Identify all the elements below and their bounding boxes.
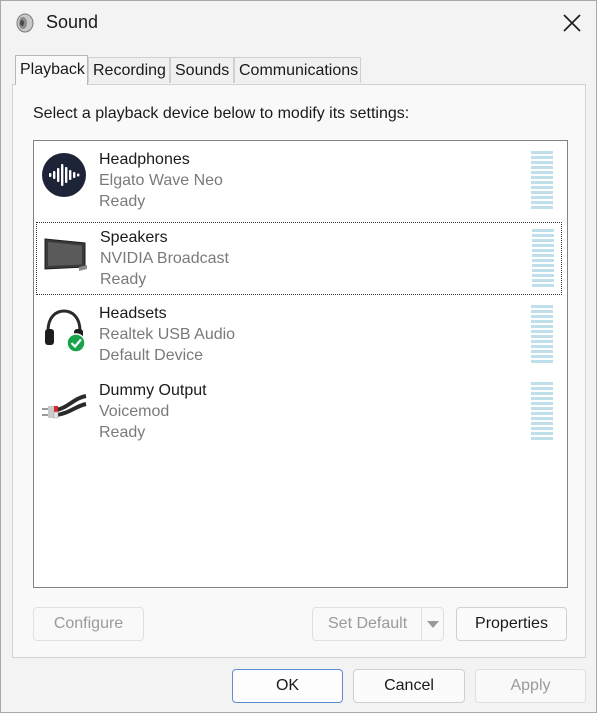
device-status: Ready (99, 193, 146, 210)
chevron-down-icon (427, 621, 439, 628)
device-description: Elgato Wave Neo (99, 172, 223, 189)
sound-dialog: Sound Playback Recording Sounds Communic… (0, 0, 597, 713)
properties-button[interactable]: Properties (456, 607, 567, 641)
device-description: Realtek USB Audio (99, 326, 236, 343)
rca-cable-icon (42, 394, 87, 419)
window-title: Sound (46, 12, 99, 32)
volume-meter (531, 382, 553, 442)
volume-meter (531, 151, 553, 211)
device-status: Default Device (99, 347, 204, 364)
device-description: Voicemod (99, 403, 170, 420)
tab-recording[interactable]: Recording (88, 57, 170, 83)
elgato-wave-icon (42, 153, 86, 197)
ok-button[interactable]: OK (232, 669, 343, 703)
device-status: Ready (99, 424, 146, 441)
instruction-text: Select a playback device below to modify… (33, 105, 410, 122)
set-default-label: Set Default (328, 615, 408, 632)
device-description: NVIDIA Broadcast (100, 250, 229, 267)
monitor-speaker-icon (44, 238, 87, 271)
device-item-dummy-output[interactable]: Dummy Output Voicemod Ready (36, 376, 562, 449)
device-item-speakers[interactable]: Speakers NVIDIA Broadcast Ready (36, 222, 562, 295)
volume-meter (531, 305, 553, 365)
tab-playback[interactable]: Playback (15, 55, 88, 85)
device-item-headsets[interactable]: Headsets Realtek USB Audio Default Devic… (36, 299, 562, 372)
configure-button[interactable]: Configure (33, 607, 144, 641)
device-name: Speakers (100, 229, 168, 246)
cancel-button[interactable]: Cancel (353, 669, 465, 703)
apply-button[interactable]: Apply (475, 669, 586, 703)
close-button[interactable] (549, 1, 595, 45)
speaker-app-icon (16, 13, 34, 33)
close-icon (563, 14, 581, 32)
device-status: Ready (100, 271, 147, 288)
playback-panel: Select a playback device below to modify… (12, 84, 586, 658)
headset-default-icon (45, 309, 86, 353)
set-default-split-button[interactable]: Set Default (312, 607, 444, 641)
device-name: Dummy Output (99, 382, 207, 399)
tab-communications[interactable]: Communications (234, 57, 361, 83)
device-name: Headsets (99, 305, 167, 322)
tab-sounds[interactable]: Sounds (170, 57, 234, 83)
title-bar[interactable]: Sound (1, 1, 596, 45)
device-item-headphones[interactable]: Headphones Elgato Wave Neo Ready (36, 145, 562, 218)
device-list[interactable]: Headphones Elgato Wave Neo Ready Speaker… (33, 140, 568, 588)
set-default-dropdown[interactable] (421, 608, 444, 640)
volume-meter (532, 229, 554, 289)
device-name: Headphones (99, 151, 190, 168)
